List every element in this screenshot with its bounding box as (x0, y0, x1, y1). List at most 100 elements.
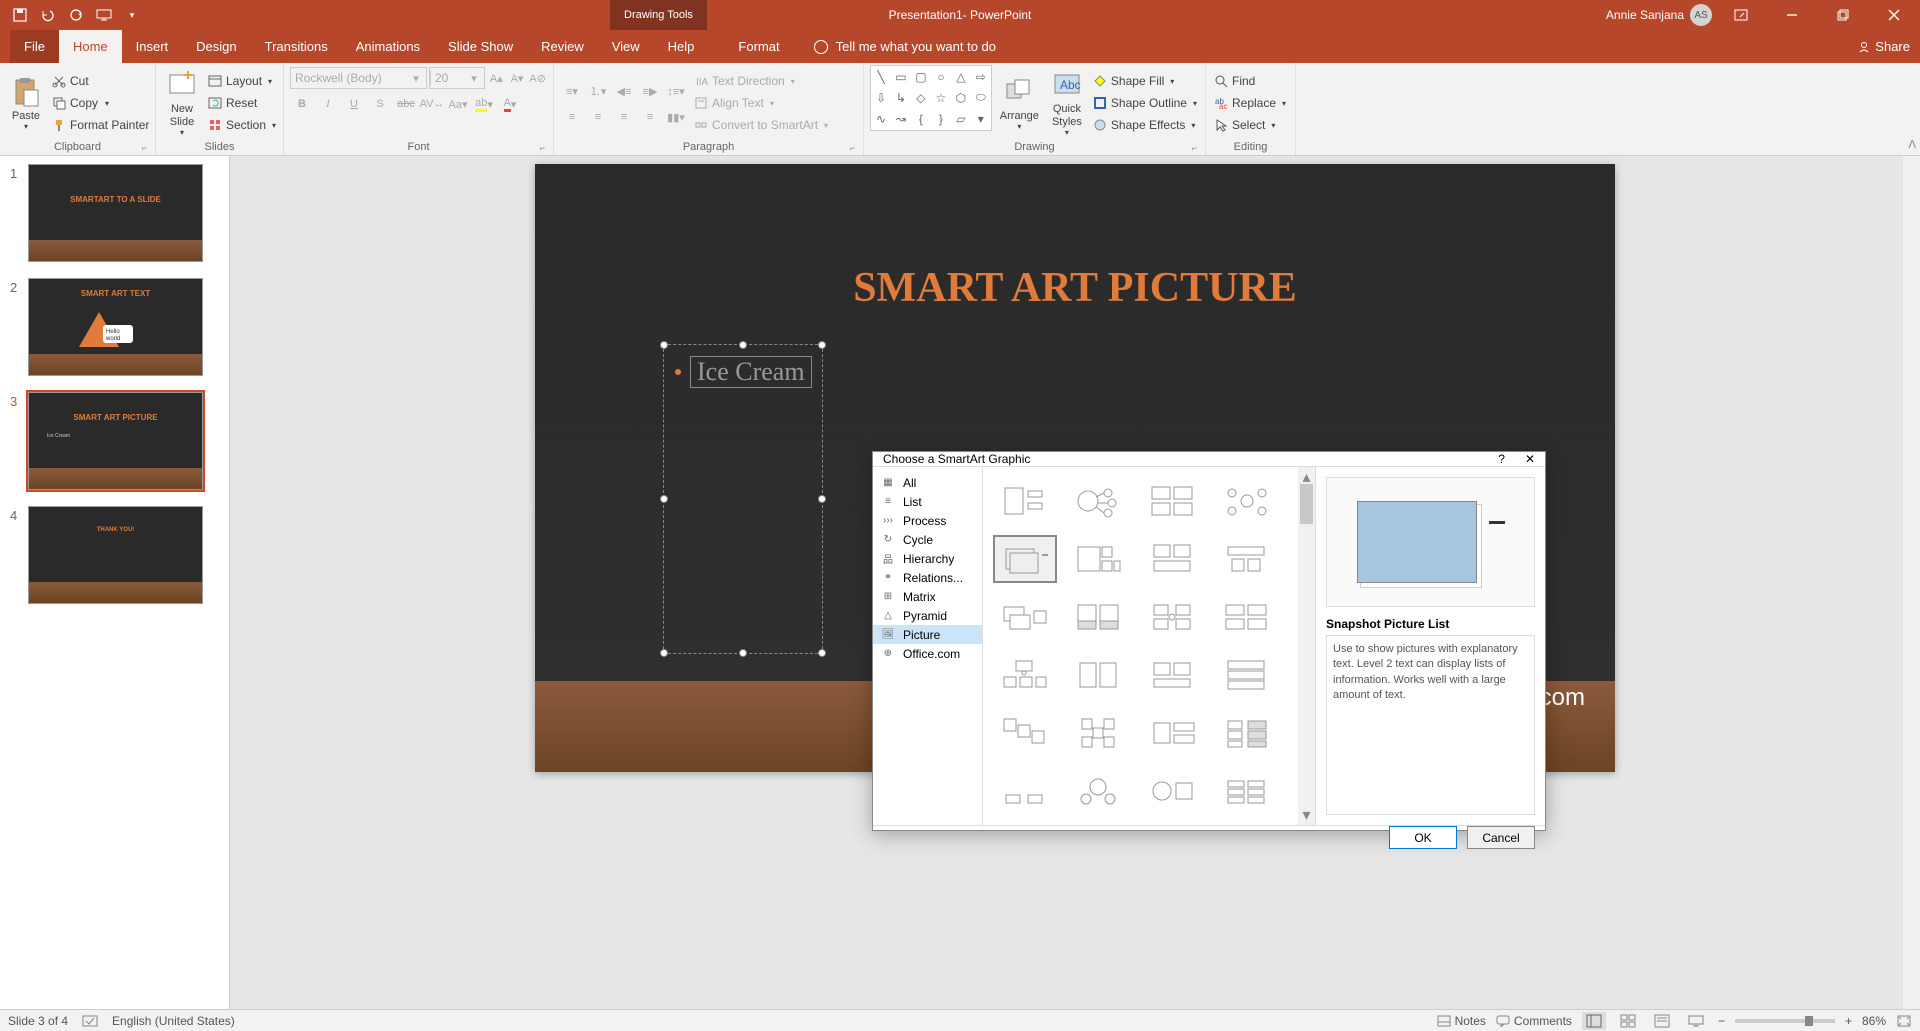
dialog-titlebar[interactable]: Choose a SmartArt Graphic ? ✕ (873, 452, 1545, 466)
slideshow-view-icon[interactable] (1684, 1012, 1708, 1030)
tab-review[interactable]: Review (527, 30, 598, 63)
strikethrough-button[interactable]: abc (394, 93, 418, 115)
gallery-item[interactable] (1215, 477, 1279, 525)
shape-connector-icon[interactable]: ↝ (891, 109, 911, 130)
shadow-button[interactable]: S (368, 93, 392, 115)
sorter-view-icon[interactable] (1616, 1012, 1640, 1030)
gallery-item[interactable] (1215, 593, 1279, 641)
decrease-indent-button[interactable]: ◀≡ (612, 80, 636, 102)
gallery-item-selected[interactable] (993, 535, 1057, 583)
shape-rrect-icon[interactable]: ▢ (911, 66, 931, 87)
maximize-icon[interactable] (1820, 0, 1865, 30)
gallery-item[interactable] (1067, 767, 1131, 815)
tellme-search[interactable]: Tell me what you want to do (814, 30, 996, 63)
reading-view-icon[interactable] (1650, 1012, 1674, 1030)
tab-view[interactable]: View (598, 30, 654, 63)
shape-effects-button[interactable]: Shape Effects▾ (1091, 114, 1199, 136)
shape-outline-button[interactable]: Shape Outline▾ (1091, 92, 1199, 114)
dialog-help-icon[interactable]: ? (1498, 452, 1505, 466)
tab-slideshow[interactable]: Slide Show (434, 30, 527, 63)
cancel-button[interactable]: Cancel (1467, 826, 1535, 849)
section-button[interactable]: Section▾ (206, 114, 278, 136)
gallery-item[interactable] (1215, 651, 1279, 699)
gallery-item[interactable] (993, 709, 1057, 757)
columns-button[interactable]: ▮▮▾ (664, 106, 688, 128)
paste-button[interactable]: Paste ▾ (6, 65, 46, 141)
bullet-text[interactable]: Ice Cream (690, 356, 812, 388)
gallery-item[interactable] (1141, 593, 1205, 641)
language-status[interactable]: English (United States) (112, 1014, 235, 1028)
gallery-item[interactable] (1215, 767, 1279, 815)
cat-cycle[interactable]: ↻Cycle (873, 530, 982, 549)
close-icon[interactable] (1871, 0, 1916, 30)
font-size-combo[interactable]: 20▾ (429, 67, 485, 89)
bullets-button[interactable]: ≡▾ (560, 80, 584, 102)
font-dialog-launcher[interactable]: ⌐ (540, 143, 545, 153)
zoom-in-button[interactable]: + (1845, 1014, 1852, 1028)
slide-counter[interactable]: Slide 3 of 4 (8, 1014, 68, 1028)
slide-thumbnail-1[interactable]: SMARTART TO A SLIDE (28, 164, 203, 262)
font-name-combo[interactable]: Rockwell (Body)▾ (290, 67, 427, 89)
tab-help[interactable]: Help (654, 30, 709, 63)
shape-curve-icon[interactable]: ∿ (871, 109, 891, 130)
share-button[interactable]: Share (1857, 30, 1910, 63)
shape-darrow-icon[interactable]: ⇩ (871, 87, 891, 108)
find-button[interactable]: Find (1212, 70, 1288, 92)
collapse-ribbon-icon[interactable]: ᐱ (1908, 138, 1916, 151)
gallery-item[interactable] (993, 651, 1057, 699)
increase-indent-button[interactable]: ≡▶ (638, 80, 662, 102)
shape-action-icon[interactable]: ▱ (951, 109, 971, 130)
shapes-gallery[interactable]: ╲ ▭ ▢ ○ △ ⇨ ⇩ ↳ ◇ ☆ ⬡ ⬭ ∿ ↝ { } ▱ ▾ (870, 65, 992, 131)
highlight-button[interactable]: ab▾ (472, 93, 496, 115)
cat-picture[interactable]: 🖼Picture (873, 625, 982, 644)
gallery-item[interactable] (1067, 709, 1131, 757)
normal-view-icon[interactable] (1582, 1012, 1606, 1030)
tab-design[interactable]: Design (182, 30, 250, 63)
font-color-button[interactable]: A▾ (498, 93, 522, 115)
shape-elbow-icon[interactable]: ↳ (891, 87, 911, 108)
dialog-close-icon[interactable]: ✕ (1525, 452, 1535, 466)
gallery-item[interactable] (993, 477, 1057, 525)
shapes-more-icon[interactable]: ▾ (971, 109, 991, 130)
select-button[interactable]: Select▾ (1212, 114, 1288, 136)
clipboard-dialog-launcher[interactable]: ⌐ (142, 143, 147, 153)
spellcheck-icon[interactable] (82, 1014, 98, 1028)
justify-button[interactable]: ≡ (638, 106, 662, 128)
italic-button[interactable]: I (316, 93, 340, 115)
slide-thumbnail-3[interactable]: SMART ART PICTUREIce Cream (28, 392, 203, 490)
gallery-item[interactable] (1141, 535, 1205, 583)
minimize-icon[interactable] (1769, 0, 1814, 30)
replace-button[interactable]: abacReplace▾ (1212, 92, 1288, 114)
gallery-item[interactable] (1141, 709, 1205, 757)
cut-button[interactable]: Cut (50, 70, 151, 92)
align-right-button[interactable]: ≡ (612, 106, 636, 128)
convert-smartart-button[interactable]: Convert to SmartArt▾ (692, 114, 830, 136)
line-spacing-button[interactable]: ↕≡▾ (664, 80, 688, 102)
shape-rect-icon[interactable]: ▭ (891, 66, 911, 87)
tab-file[interactable]: File (10, 30, 59, 63)
cat-hierarchy[interactable]: 品Hierarchy (873, 549, 982, 568)
save-icon[interactable] (8, 3, 32, 27)
undo-icon[interactable] (36, 3, 60, 27)
drawing-dialog-launcher[interactable]: ⌐ (1192, 143, 1197, 153)
gallery-item[interactable] (1141, 477, 1205, 525)
tab-insert[interactable]: Insert (122, 30, 183, 63)
char-spacing-button[interactable]: AV↔ (420, 93, 444, 115)
gallery-item[interactable] (1067, 535, 1131, 583)
gallery-item[interactable] (993, 767, 1057, 815)
arrange-button[interactable]: Arrange▾ (996, 65, 1043, 141)
reset-button[interactable]: Reset (206, 92, 278, 114)
cat-office[interactable]: ⊕Office.com (873, 644, 982, 663)
shape-lbrace-icon[interactable]: { (911, 109, 931, 130)
cat-matrix[interactable]: ⊞Matrix (873, 587, 982, 606)
shape-oval-icon[interactable]: ○ (931, 66, 951, 87)
slide-thumbnail-2[interactable]: SMART ART TEXT Helloworld (28, 278, 203, 376)
redo-icon[interactable] (64, 3, 88, 27)
ok-button[interactable]: OK (1389, 826, 1457, 849)
fit-to-window-icon[interactable] (1896, 1014, 1912, 1028)
layout-button[interactable]: Layout▾ (206, 70, 278, 92)
text-direction-button[interactable]: IIAText Direction▾ (692, 70, 830, 92)
cat-relationship[interactable]: ⚭Relations... (873, 568, 982, 587)
cat-list[interactable]: ≡List (873, 492, 982, 511)
shape-rbrace-icon[interactable]: } (931, 109, 951, 130)
